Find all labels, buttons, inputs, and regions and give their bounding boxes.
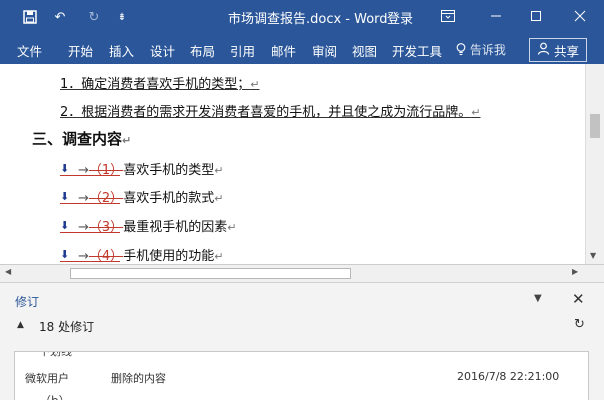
doc-line-2: 2．根据消费者的需求开发消费者喜爱的手机，并且使之成为流行品牌。↵ bbox=[60, 105, 481, 120]
window-title: 市场调查报告.docx - Word bbox=[228, 12, 388, 27]
revision-marker-icon: ⬇ bbox=[60, 190, 120, 205]
scroll-left-icon[interactable]: ◀ bbox=[5, 267, 11, 276]
minimize-icon[interactable] bbox=[482, 4, 510, 28]
tab-insert[interactable]: 插入 bbox=[109, 41, 134, 60]
tab-developer[interactable]: 开发工具 bbox=[392, 41, 442, 60]
save-icon[interactable] bbox=[20, 7, 40, 27]
tell-me-search[interactable]: 告诉我 bbox=[456, 41, 506, 58]
pane-close-icon[interactable]: ✕ bbox=[572, 290, 585, 308]
doc-heading-survey-content: 三、调查内容↵ bbox=[32, 130, 132, 148]
doc-line-1: 1．确定消费者喜欢手机的类型；↵ bbox=[60, 77, 260, 92]
horizontal-scrollbar[interactable]: ◀ ▶ bbox=[0, 264, 604, 282]
tab-file[interactable]: 文件 bbox=[17, 41, 42, 60]
tell-me-label: 告诉我 bbox=[469, 43, 506, 57]
document-area[interactable]: 1．确定消费者喜欢手机的类型；↵ 2．根据消费者的需求开发消费者喜爱的手机，并且… bbox=[0, 64, 604, 264]
doc-item-3: ⬇ →（3）最重视手机的因素↵ bbox=[60, 218, 237, 235]
revision-date: 2016/7/8 22:21:00 bbox=[457, 370, 560, 383]
revision-marker-icon: ⬇ bbox=[60, 219, 120, 234]
share-button[interactable]: 共享 bbox=[529, 38, 587, 62]
tab-home[interactable]: 开始 bbox=[68, 41, 93, 60]
login-link[interactable]: 登录 bbox=[387, 8, 413, 27]
vertical-scroll-thumb[interactable] bbox=[590, 114, 600, 138]
ribbon-display-options-icon[interactable] bbox=[434, 4, 462, 28]
tab-arrow: → bbox=[78, 249, 89, 264]
revision-card[interactable]: 下划线 微软用户 删除的内容 2016/7/8 22:21:00 （b） bbox=[14, 351, 589, 400]
tab-design[interactable]: 设计 bbox=[150, 41, 175, 60]
deleted-text: （2） bbox=[88, 191, 124, 206]
close-icon[interactable] bbox=[566, 4, 594, 28]
person-icon bbox=[537, 42, 550, 58]
deleted-text: （1） bbox=[88, 163, 124, 178]
doc-item-4: ⬇ →（4）手机使用的功能↵ bbox=[60, 247, 224, 264]
undo-icon[interactable]: ↶ bbox=[50, 7, 70, 27]
tab-review[interactable]: 审阅 bbox=[312, 41, 337, 60]
tab-references[interactable]: 引用 bbox=[230, 41, 255, 60]
pane-options-icon[interactable]: ▼ bbox=[534, 293, 542, 304]
title-bar: ↶ ↻ ⇟ 市场调查报告.docx - Word 登录 bbox=[0, 0, 604, 34]
lightbulb-icon bbox=[456, 43, 470, 57]
share-label: 共享 bbox=[553, 43, 579, 59]
tab-arrow: → bbox=[78, 163, 89, 178]
revision-author: 微软用户 bbox=[25, 372, 69, 385]
redo-icon[interactable]: ↻ bbox=[84, 7, 104, 27]
vertical-scrollbar[interactable]: ▼ bbox=[585, 64, 604, 264]
tab-arrow: → bbox=[78, 191, 89, 206]
tab-layout[interactable]: 布局 bbox=[190, 41, 215, 60]
maximize-icon[interactable] bbox=[522, 4, 550, 28]
revisions-pane-title: 修订 bbox=[15, 295, 40, 309]
deleted-text: （3） bbox=[88, 220, 124, 235]
deleted-text: （4） bbox=[88, 249, 124, 264]
tab-mailings[interactable]: 邮件 bbox=[271, 41, 296, 60]
doc-item-1: ⬇ →（1）喜欢手机的类型↵ bbox=[60, 161, 224, 178]
scroll-right-icon[interactable]: ▶ bbox=[572, 267, 578, 276]
customize-qat-icon[interactable]: ⇟ bbox=[112, 7, 132, 27]
tab-view[interactable]: 视图 bbox=[352, 41, 377, 60]
revision-marker-icon: ⬇ bbox=[60, 248, 120, 263]
collapse-icon[interactable]: ▲ bbox=[17, 320, 24, 330]
ribbon-tabs: 文件 开始 插入 设计 布局 引用 邮件 审阅 视图 开发工具 告诉我 bbox=[0, 34, 604, 64]
revision-text-fragment: 下划线 bbox=[39, 351, 72, 358]
horizontal-scroll-thumb[interactable] bbox=[70, 268, 351, 279]
revisions-pane: 修订 ▼ ✕ ▲ 18 处修订 ↻ 下划线 微软用户 删除的内容 2016/7/… bbox=[0, 282, 604, 400]
revision-type: 删除的内容 bbox=[111, 372, 166, 385]
tab-arrow: → bbox=[78, 220, 89, 235]
refresh-icon[interactable]: ↻ bbox=[574, 317, 585, 332]
revision-marker-icon: ⬇ bbox=[60, 162, 120, 177]
doc-item-2: ⬇ →（2）喜欢手机的款式↵ bbox=[60, 189, 224, 206]
scroll-down-icon[interactable]: ▼ bbox=[590, 251, 596, 260]
revision-count: 18 处修订 bbox=[39, 320, 95, 334]
revision-text-fragment: （b） bbox=[39, 392, 71, 400]
document-page[interactable]: 1．确定消费者喜欢手机的类型；↵ 2．根据消费者的需求开发消费者喜爱的手机，并且… bbox=[0, 64, 585, 264]
